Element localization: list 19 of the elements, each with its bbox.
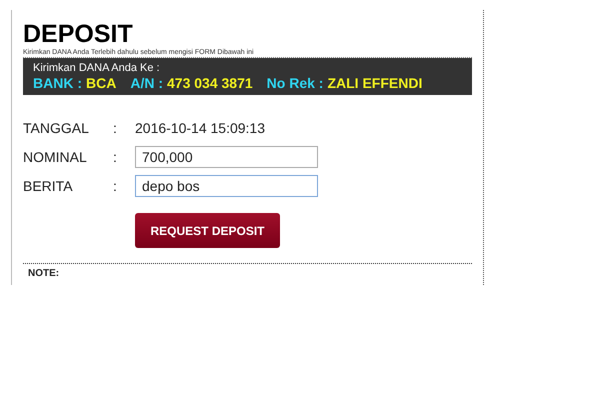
detail-label: BANK : [33, 75, 82, 92]
detail-value: BCA [86, 75, 116, 92]
bank-heading: Kirimkan DANA Anda Ke : [33, 62, 161, 75]
field-label: NOMINAL [23, 149, 88, 165]
input-field[interactable]: 700,000 [135, 146, 318, 168]
colon-separator: : [113, 178, 118, 194]
detail-value: ZALI EFFENDI [327, 75, 422, 92]
page-title: DEPOSIT [23, 20, 134, 48]
input-field[interactable]: depo bos [135, 175, 318, 197]
colon-separator: : [113, 149, 118, 165]
request-deposit-button[interactable]: REQUEST DEPOSIT [135, 213, 280, 248]
detail-value: 473 034 3871 [167, 75, 253, 92]
note-heading: NOTE: [28, 268, 60, 279]
date-value: 2016-10-14 15:09:13 [135, 120, 265, 136]
colon-separator: : [113, 120, 118, 136]
field-label: TANGGAL [23, 120, 90, 136]
field-label: BERITA [23, 178, 74, 194]
detail-label: A/N : [130, 75, 164, 92]
detail-label: No Rek : [266, 75, 324, 92]
